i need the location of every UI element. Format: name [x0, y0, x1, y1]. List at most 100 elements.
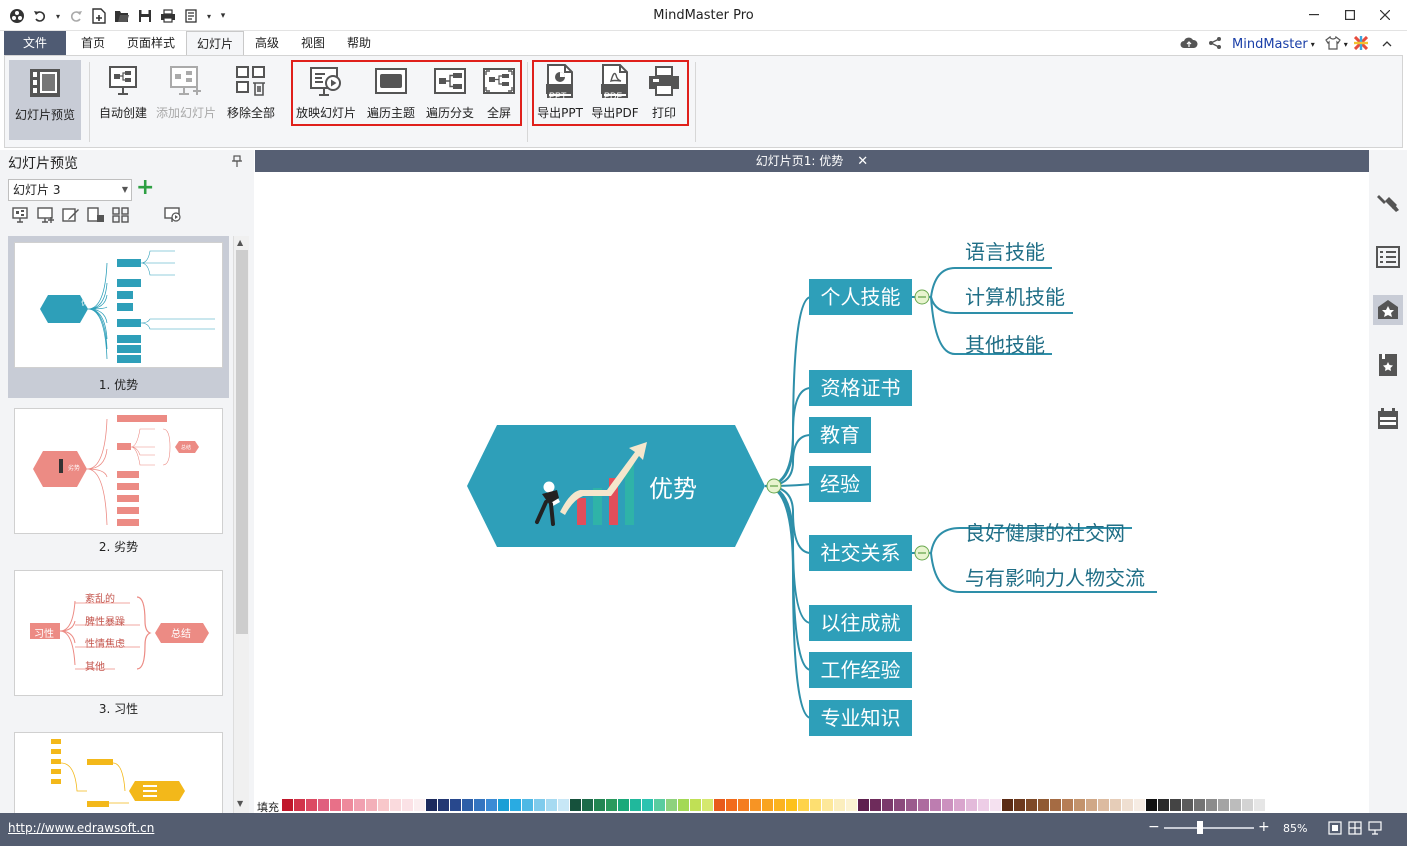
color-swatch[interactable] — [930, 799, 941, 811]
branch-topic[interactable]: 以往成就 — [809, 605, 912, 641]
print-button[interactable]: 打印 — [647, 64, 681, 132]
slide-play-small-icon[interactable] — [12, 207, 30, 223]
color-swatch[interactable] — [1134, 799, 1145, 811]
pin-icon[interactable] — [232, 155, 242, 170]
color-swatch[interactable] — [546, 799, 557, 811]
tab-page-style[interactable]: 页面样式 — [120, 31, 182, 56]
color-swatch[interactable] — [1086, 799, 1097, 811]
color-swatch[interactable] — [630, 799, 641, 811]
branch-topic[interactable]: 个人技能 — [809, 279, 912, 315]
account-name[interactable]: MindMaster — [1232, 37, 1308, 52]
color-swatch[interactable] — [366, 799, 377, 811]
color-swatch[interactable] — [378, 799, 389, 811]
color-swatch[interactable] — [1074, 799, 1085, 811]
color-swatch[interactable] — [354, 799, 365, 811]
fit-width-icon[interactable] — [1348, 821, 1362, 838]
color-swatch[interactable] — [918, 799, 929, 811]
auto-create-button[interactable]: 自动创建 — [97, 64, 149, 132]
color-swatch[interactable] — [1194, 799, 1205, 811]
color-swatch[interactable] — [594, 799, 605, 811]
color-swatch[interactable] — [1110, 799, 1121, 811]
subtopic[interactable]: 语言技能 — [965, 236, 1045, 265]
color-swatch[interactable] — [390, 799, 401, 811]
color-swatch[interactable] — [450, 799, 461, 811]
export-ppt-button[interactable]: 导出PPT PPT — [535, 64, 585, 132]
theme-shirt-icon[interactable] — [1324, 35, 1341, 53]
format-brush-icon[interactable] — [1376, 190, 1400, 214]
color-swatch[interactable] — [1050, 799, 1061, 811]
color-swatch[interactable] — [762, 799, 773, 811]
color-swatch[interactable] — [702, 799, 713, 811]
color-swatch[interactable] — [498, 799, 509, 811]
tab-slides[interactable]: 幻灯片 — [186, 31, 244, 56]
tab-file[interactable]: 文件 — [4, 31, 66, 56]
color-swatch[interactable] — [1206, 799, 1217, 811]
scroll-down-icon[interactable]: ▼ — [237, 799, 243, 808]
tab-view[interactable]: 视图 — [294, 31, 332, 56]
close-icon[interactable] — [1371, 4, 1399, 26]
color-swatch[interactable] — [1122, 799, 1133, 811]
color-swatch[interactable] — [690, 799, 701, 811]
minimize-icon[interactable] — [1300, 4, 1328, 26]
play-slides-button[interactable]: 放映幻灯片 — [295, 64, 357, 132]
color-swatch[interactable] — [822, 799, 833, 811]
color-swatch[interactable] — [330, 799, 341, 811]
color-swatch[interactable] — [954, 799, 965, 811]
color-swatch[interactable] — [906, 799, 917, 811]
tab-advanced[interactable]: 高级 — [248, 31, 286, 56]
website-link[interactable]: http://www.edrawsoft.cn — [8, 821, 154, 835]
scroll-up-icon[interactable]: ▲ — [237, 238, 243, 247]
color-swatch[interactable] — [738, 799, 749, 811]
color-swatch[interactable] — [846, 799, 857, 811]
branch-topic[interactable]: 资格证书 — [809, 370, 912, 406]
color-swatch[interactable] — [1182, 799, 1193, 811]
color-swatch[interactable] — [1218, 799, 1229, 811]
collapse-ribbon-icon[interactable] — [1382, 39, 1392, 50]
color-swatch[interactable] — [282, 799, 293, 811]
traverse-topics-button[interactable]: 遍历主题 — [363, 64, 419, 132]
color-swatch[interactable] — [318, 799, 329, 811]
outline-list-icon[interactable] — [1376, 245, 1400, 269]
zoom-in-icon[interactable]: + — [1258, 819, 1270, 835]
color-swatch[interactable] — [714, 799, 725, 811]
remove-all-button[interactable]: 移除全部 — [225, 64, 277, 132]
color-swatch[interactable] — [978, 799, 989, 811]
color-swatch[interactable] — [1002, 799, 1013, 811]
edit-slide-icon[interactable] — [62, 207, 80, 223]
color-swatch[interactable] — [966, 799, 977, 811]
traverse-branches-button[interactable]: 遍历分支 — [423, 64, 477, 132]
color-swatch[interactable] — [1254, 799, 1265, 811]
color-swatch[interactable] — [642, 799, 653, 811]
color-swatch[interactable] — [798, 799, 809, 811]
fit-page-icon[interactable] — [1328, 821, 1342, 838]
color-swatch[interactable] — [510, 799, 521, 811]
branch-topic[interactable]: 社交关系 — [809, 535, 912, 571]
tab-help[interactable]: 帮助 — [340, 31, 378, 56]
calendar-task-icon[interactable] — [1376, 407, 1400, 431]
zoom-out-icon[interactable]: − — [1148, 819, 1160, 835]
close-tab-icon[interactable]: ✕ — [857, 154, 868, 169]
thumbnail-scrollbar[interactable]: ▲ ▼ — [233, 236, 249, 813]
color-swatch[interactable] — [786, 799, 797, 811]
slide-thumbnail[interactable]: 优势 1. 优势 — [8, 236, 229, 398]
color-swatch[interactable] — [990, 799, 1001, 811]
slide-thumbnail[interactable]: 习性 紊乱的 脾性暴躁 性情焦虑 其他 总结 3. 习性 — [8, 564, 229, 726]
slide-add-small-icon[interactable] — [37, 207, 55, 223]
color-swatch[interactable] — [342, 799, 353, 811]
zoom-slider-track[interactable] — [1164, 827, 1254, 829]
presentation-mode-icon[interactable] — [1368, 821, 1382, 838]
theme-dropdown-icon[interactable]: ▾ — [1344, 40, 1348, 49]
subtopic[interactable]: 其他技能 — [965, 329, 1045, 358]
mindmap-canvas[interactable]: 优势 个人技能 资格证书 教育 经验 社交关系 以往成就 工作经验 专业知识 语… — [255, 172, 1369, 796]
color-swatch[interactable] — [1062, 799, 1073, 811]
color-swatch[interactable] — [426, 799, 437, 811]
slide-preview-button[interactable]: 幻灯片预览 — [9, 60, 81, 140]
color-swatch[interactable] — [474, 799, 485, 811]
scroll-thumb[interactable] — [236, 250, 248, 634]
color-swatch[interactable] — [582, 799, 593, 811]
color-swatch[interactable] — [1014, 799, 1025, 811]
cloud-icon[interactable] — [1180, 37, 1198, 52]
feedback-icon[interactable] — [1353, 35, 1368, 53]
color-swatch[interactable] — [834, 799, 845, 811]
subtopic[interactable]: 良好健康的社交网 — [965, 517, 1125, 546]
